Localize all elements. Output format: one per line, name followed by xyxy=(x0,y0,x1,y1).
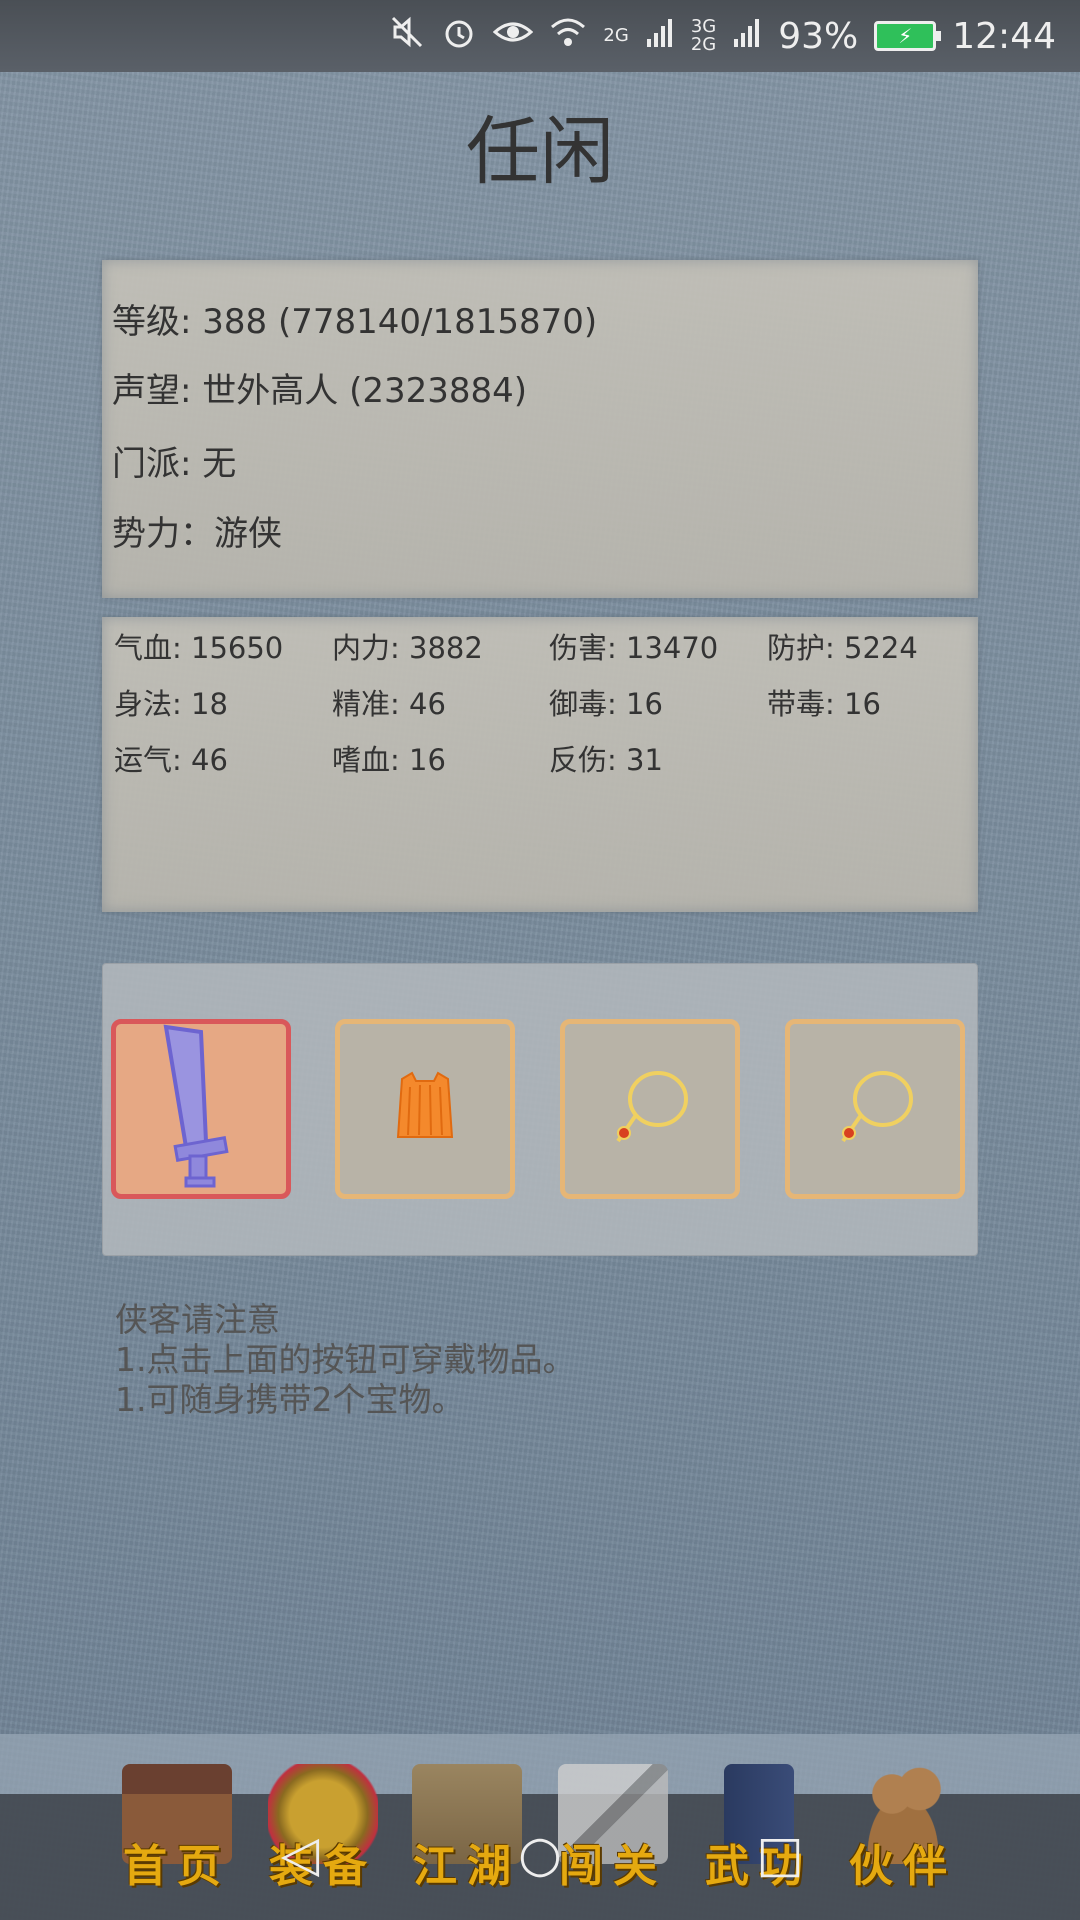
signal-1-icon xyxy=(645,15,675,58)
stat-luck: 运气: 46 xyxy=(114,743,228,777)
signal-2-bottom: 2G xyxy=(690,34,717,55)
equipment-panel xyxy=(102,963,978,1256)
mute-icon xyxy=(389,14,425,59)
signal-2-label: 3G 2G xyxy=(691,18,716,54)
sect-text: 门派: 无 xyxy=(112,444,237,484)
signal-1-label: 2G xyxy=(603,25,629,46)
nav-jianghu-label: 江湖 xyxy=(413,1841,521,1892)
character-info-panel: 等级: 388 (778140/1815870) 声望: 世外高人 (23238… xyxy=(102,260,978,598)
system-recents-button[interactable]: □ xyxy=(750,1824,810,1884)
page-title: 任闲 xyxy=(466,109,614,195)
stat-accuracy: 精准: 46 xyxy=(332,687,446,721)
stat-poison-resist: 御毒: 16 xyxy=(549,687,663,721)
battery-percent: 93% xyxy=(778,15,859,57)
system-home-button[interactable]: ○ xyxy=(510,1824,570,1884)
faction-text: 势力：游侠 xyxy=(112,514,282,554)
equip-slot-accessory-2[interactable] xyxy=(785,1019,965,1199)
notice-line-2: 1.可随身携带2个宝物。 xyxy=(115,1380,465,1419)
necklace-icon xyxy=(600,1057,700,1161)
eye-icon xyxy=(493,14,534,59)
stat-defense: 防护: 5224 xyxy=(767,631,918,665)
notice-heading: 侠客请注意 xyxy=(115,1300,280,1339)
nav-partner[interactable]: 伙伴 xyxy=(838,1764,968,1894)
stat-damage: 伤害: 13470 xyxy=(549,631,719,665)
battery-icon: ⚡ xyxy=(874,21,942,51)
armor-icon xyxy=(390,1067,460,1151)
stat-hp: 气血: 15650 xyxy=(114,631,284,665)
stat-lifesteal: 嗜血: 16 xyxy=(332,743,446,777)
level-text: 等级: 388 (778140/1815870) xyxy=(112,302,598,342)
nav-home[interactable]: 首页 xyxy=(112,1764,242,1894)
status-bar: 2G 3G 2G 93% ⚡ 12:44 xyxy=(0,0,1080,72)
wifi-icon xyxy=(549,15,587,58)
stats-panel: 气血: 15650 内力: 3882 伤害: 13470 防护: 5224 身法… xyxy=(102,617,978,912)
stat-reflect: 反伤: 31 xyxy=(549,743,663,777)
nav-challenge-label: 闯关 xyxy=(559,1841,667,1892)
fame-text: 声望: 世外高人 (2323884) xyxy=(112,371,528,411)
necklace-icon xyxy=(825,1057,925,1161)
signal-2-icon xyxy=(732,15,762,58)
stat-agility: 身法: 18 xyxy=(114,687,228,721)
nav-home-label: 首页 xyxy=(123,1841,231,1892)
alarm-icon xyxy=(441,14,477,59)
notice-text: 侠客请注意 1.点击上面的按钮可穿戴物品。 1.可随身携带2个宝物。 xyxy=(115,1300,576,1420)
equip-slot-weapon[interactable] xyxy=(111,1019,291,1199)
stat-mp: 内力: 3882 xyxy=(332,631,483,665)
notice-line-1: 1.点击上面的按钮可穿戴物品。 xyxy=(115,1340,576,1379)
equip-slot-armor[interactable] xyxy=(335,1019,515,1199)
sword-icon xyxy=(146,1022,256,1196)
equip-slot-accessory-1[interactable] xyxy=(560,1019,740,1199)
system-back-button[interactable]: ◁ xyxy=(270,1824,330,1884)
stat-poison: 带毒: 16 xyxy=(767,687,881,721)
nav-partner-label: 伙伴 xyxy=(849,1841,957,1892)
clock: 12:44 xyxy=(952,15,1056,57)
